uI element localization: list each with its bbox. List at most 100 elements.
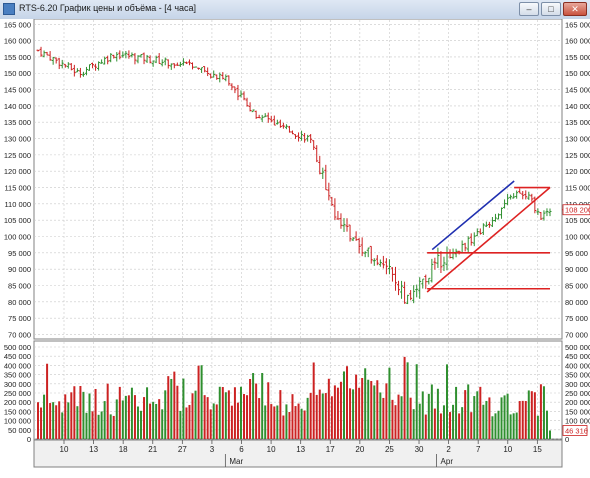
volume-bar — [230, 405, 233, 439]
volume-axis-label-left: 250 000 — [4, 389, 31, 398]
volume-bar — [109, 414, 112, 439]
volume-bar — [140, 410, 143, 439]
volume-bar — [52, 402, 55, 439]
volume-axis-label-right: 150 000 — [565, 407, 590, 416]
volume-bar — [333, 385, 336, 439]
volume-bar — [49, 403, 52, 439]
price-axis-label-right: 130 000 — [565, 135, 590, 144]
price-axis-label-right: 120 000 — [565, 167, 590, 176]
volume-bar — [306, 397, 309, 439]
volume-bar — [515, 412, 518, 439]
price-axis-label-left: 135 000 — [4, 118, 31, 127]
volume-bar — [470, 412, 473, 439]
volume-axis-label-left: 150 000 — [4, 407, 31, 416]
volume-bar — [403, 356, 406, 439]
volume-bar — [291, 394, 294, 439]
volume-bar — [246, 395, 249, 439]
volume-axis-label-left: 100 000 — [4, 417, 31, 426]
volume-bar — [503, 395, 506, 439]
date-label: 6 — [239, 445, 244, 454]
date-label: 15 — [533, 445, 542, 454]
volume-bar — [533, 392, 536, 439]
volume-axis-label-left: 0 — [27, 435, 31, 444]
volume-bar — [82, 391, 85, 439]
volume-bar — [467, 384, 470, 439]
volume-bar — [327, 378, 330, 439]
volume-bar — [79, 386, 82, 439]
volume-bar — [355, 374, 358, 439]
volume-bar — [194, 390, 197, 439]
date-label: 30 — [415, 445, 424, 454]
price-axis-label-left: 95 000 — [8, 249, 31, 258]
price-axis-label-left: 155 000 — [4, 53, 31, 62]
volume-bar — [94, 388, 97, 439]
date-label: 13 — [296, 445, 305, 454]
volume-bar — [191, 393, 194, 439]
price-axis-label-right: 155 000 — [565, 53, 590, 62]
volume-bar — [258, 398, 261, 439]
volume-bar — [155, 404, 158, 439]
price-volume-chart[interactable]: 165 000 165 000 160 000 160 000 155 000 155 0… — [0, 19, 590, 478]
price-axis-label-right: 100 000 — [565, 233, 590, 242]
volume-axis-label-left: 450 000 — [4, 352, 31, 361]
volume-bar — [427, 393, 430, 439]
volume-axis-label-left: 50 000 — [8, 426, 31, 435]
volume-bar — [449, 412, 452, 439]
volume-bar — [346, 366, 349, 439]
volume-bar — [115, 399, 118, 439]
volume-bar — [188, 404, 191, 439]
volume-bar — [536, 415, 539, 439]
volume-bar — [494, 413, 497, 439]
volume-bar — [339, 381, 342, 439]
date-label: 13 — [89, 445, 98, 454]
price-axis-label-left: 125 000 — [4, 151, 31, 160]
volume-bar — [127, 395, 130, 439]
volume-bar — [309, 392, 312, 439]
volume-bar — [106, 383, 109, 439]
volume-bar — [85, 412, 88, 439]
volume-bar — [158, 399, 161, 439]
volume-bar — [406, 362, 409, 439]
volume-axis-label-right: 400 000 — [565, 361, 590, 370]
volume-bar — [379, 392, 382, 439]
volume-bar — [521, 400, 524, 439]
volume-bar — [488, 397, 491, 439]
volume-bar — [152, 401, 155, 439]
volume-bar — [430, 384, 433, 439]
chart-app-icon — [3, 3, 15, 15]
chart-area[interactable]: 165 000 165 000 160 000 160 000 155 000 155 0… — [0, 19, 590, 478]
volume-bar — [297, 403, 300, 439]
volume-axis-label-left: 200 000 — [4, 398, 31, 407]
volume-axis-label-right: 250 000 — [565, 389, 590, 398]
price-axis-label-left: 110 000 — [4, 200, 31, 209]
volume-bar — [358, 387, 361, 439]
volume-bar — [361, 377, 364, 439]
price-axis-label-right: 165 000 — [565, 20, 590, 29]
volume-bar — [512, 413, 515, 439]
volume-bar — [473, 396, 476, 439]
volume-bar — [255, 383, 258, 439]
volume-bar — [264, 405, 267, 439]
volume-bar — [321, 393, 324, 439]
volume-bar — [330, 396, 333, 439]
volume-axis-label-right: 0 — [565, 435, 569, 444]
minimize-button[interactable]: – — [519, 2, 539, 16]
price-axis-label-left: 145 000 — [4, 86, 31, 95]
volume-bar — [252, 373, 255, 439]
volume-bar — [179, 410, 182, 439]
volume-bar — [215, 404, 218, 439]
volume-bar — [130, 387, 133, 439]
volume-bar — [136, 406, 139, 439]
volume-bar — [182, 378, 185, 439]
price-axis-label-left: 100 000 — [4, 233, 31, 242]
volume-bar — [173, 371, 176, 439]
title-bar[interactable]: RTS-6.20 График цены и объёма - [4 часа]… — [0, 0, 590, 20]
maximize-button[interactable]: □ — [541, 2, 561, 16]
volume-bar — [285, 404, 288, 439]
price-axis-label-left: 165 000 — [4, 20, 31, 29]
volume-bar — [482, 404, 485, 439]
price-axis-label-left: 80 000 — [8, 298, 31, 307]
close-button[interactable]: ✕ — [563, 2, 587, 16]
volume-bar — [233, 387, 236, 439]
price-axis-label-right: 115 000 — [565, 184, 590, 193]
